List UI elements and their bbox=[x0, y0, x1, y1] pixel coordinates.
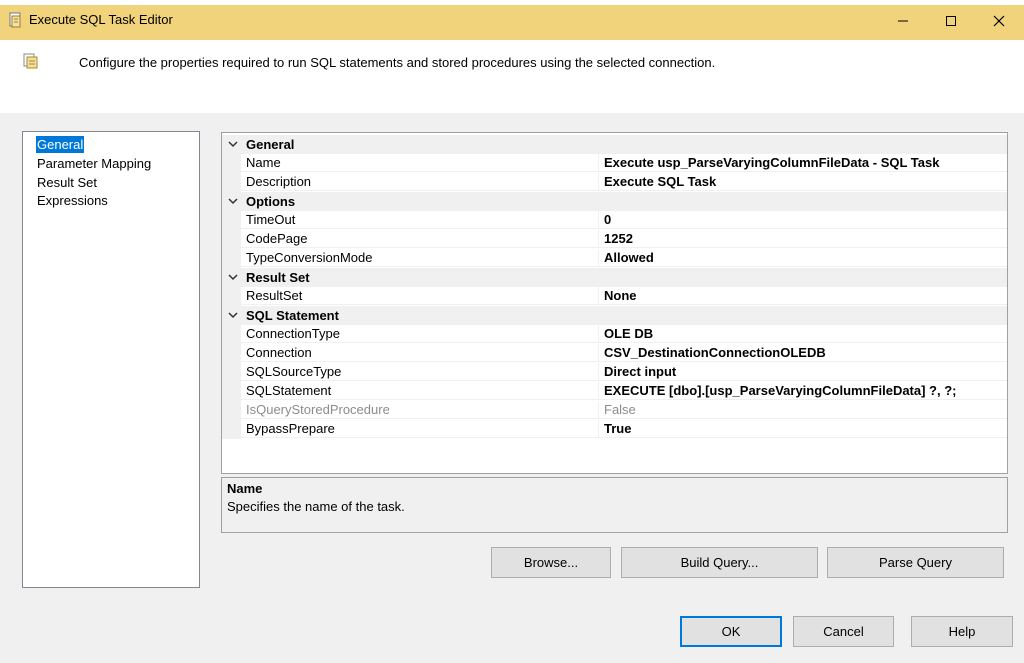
description-text: Specifies the name of the task. bbox=[227, 499, 405, 514]
title-bar: Execute SQL Task Editor bbox=[0, 0, 1024, 40]
property-row-isquerystoredprocedure: IsQueryStoredProcedure False bbox=[222, 401, 1007, 420]
property-row-connection[interactable]: Connection CSV_DestinationConnectionOLED… bbox=[222, 344, 1007, 363]
header-description: Configure the properties required to run… bbox=[79, 55, 716, 70]
minimize-button[interactable] bbox=[880, 6, 926, 36]
category-label: General bbox=[246, 137, 295, 152]
property-row-sqlstatement[interactable]: SQLStatement EXECUTE [dbo].[usp_ParseVar… bbox=[222, 382, 1007, 401]
property-row-resultset[interactable]: ResultSet None bbox=[222, 287, 1007, 306]
category-label: SQL Statement bbox=[246, 308, 339, 323]
property-row-description[interactable]: Description Execute SQL Task bbox=[222, 173, 1007, 192]
property-value: False bbox=[599, 401, 1007, 419]
chevron-down-icon[interactable] bbox=[225, 136, 241, 152]
help-button[interactable]: Help bbox=[911, 616, 1013, 647]
property-row-timeout[interactable]: TimeOut 0 bbox=[222, 211, 1007, 230]
property-row-codepage[interactable]: CodePage 1252 bbox=[222, 230, 1007, 249]
category-label: Options bbox=[246, 194, 296, 209]
window-title: Execute SQL Task Editor bbox=[29, 12, 173, 27]
category-options[interactable]: Options bbox=[222, 192, 1007, 211]
row-gutter bbox=[222, 154, 241, 173]
row-gutter bbox=[222, 230, 241, 249]
property-name: Description bbox=[241, 173, 599, 191]
property-name: TimeOut bbox=[241, 211, 599, 229]
row-gutter bbox=[222, 211, 241, 230]
property-value[interactable]: Execute usp_ParseVaryingColumnFileData -… bbox=[599, 154, 1007, 172]
row-gutter bbox=[222, 420, 241, 439]
property-name: IsQueryStoredProcedure bbox=[241, 401, 599, 419]
build-query-button[interactable]: Build Query... bbox=[621, 547, 818, 578]
property-value[interactable]: Execute SQL Task bbox=[599, 173, 1007, 191]
property-value[interactable]: 0 bbox=[599, 211, 1007, 229]
property-description-panel: Name Specifies the name of the task. bbox=[221, 477, 1008, 533]
row-gutter bbox=[222, 382, 241, 401]
nav-item-expressions[interactable]: Expressions bbox=[36, 192, 109, 209]
property-name: SQLSourceType bbox=[241, 363, 599, 381]
nav-item-result-set[interactable]: Result Set bbox=[36, 174, 98, 191]
property-row-bypassprepare[interactable]: BypassPrepare True bbox=[222, 420, 1007, 439]
property-row-typeconversionmode[interactable]: TypeConversionMode Allowed bbox=[222, 249, 1007, 268]
property-name: ConnectionType bbox=[241, 325, 599, 343]
category-label: Result Set bbox=[246, 270, 310, 285]
row-gutter bbox=[222, 401, 241, 420]
property-value[interactable]: Direct input bbox=[599, 363, 1007, 381]
property-row-sqlsourcetype[interactable]: SQLSourceType Direct input bbox=[222, 363, 1007, 382]
row-gutter bbox=[222, 173, 241, 192]
chevron-down-icon[interactable] bbox=[225, 193, 241, 209]
property-value[interactable]: CSV_DestinationConnectionOLEDB bbox=[599, 344, 1007, 362]
property-value[interactable]: 1252 bbox=[599, 230, 1007, 248]
property-name: Connection bbox=[241, 344, 599, 362]
description-title: Name bbox=[227, 481, 263, 496]
page-navigation-list: General Parameter Mapping Result Set Exp… bbox=[22, 131, 200, 588]
property-grid: General Name Execute usp_ParseVaryingCol… bbox=[221, 132, 1008, 474]
chevron-down-icon[interactable] bbox=[225, 307, 241, 323]
chevron-down-icon[interactable] bbox=[225, 269, 241, 285]
row-gutter bbox=[222, 363, 241, 382]
property-name: BypassPrepare bbox=[241, 420, 599, 438]
category-general[interactable]: General bbox=[222, 135, 1007, 154]
row-gutter bbox=[222, 249, 241, 268]
header-panel: Configure the properties required to run… bbox=[0, 40, 1024, 113]
task-editor-icon bbox=[9, 12, 21, 28]
property-value[interactable]: OLE DB bbox=[599, 325, 1007, 343]
ok-button[interactable]: OK bbox=[680, 616, 782, 647]
property-row-name[interactable]: Name Execute usp_ParseVaryingColumnFileD… bbox=[222, 154, 1007, 173]
property-name: Name bbox=[241, 154, 599, 172]
property-row-connectiontype[interactable]: ConnectionType OLE DB bbox=[222, 325, 1007, 344]
cancel-button[interactable]: Cancel bbox=[793, 616, 894, 647]
row-gutter bbox=[222, 287, 241, 306]
property-value[interactable]: True bbox=[599, 420, 1007, 438]
browse-button[interactable]: Browse... bbox=[491, 547, 611, 578]
property-name: TypeConversionMode bbox=[241, 249, 599, 267]
nav-item-general[interactable]: General bbox=[36, 136, 85, 153]
property-name: ResultSet bbox=[241, 287, 599, 305]
property-value[interactable]: None bbox=[599, 287, 1007, 305]
nav-item-parameter-mapping[interactable]: Parameter Mapping bbox=[36, 155, 152, 172]
property-name: SQLStatement bbox=[241, 382, 599, 400]
maximize-icon bbox=[946, 16, 956, 26]
parse-query-button[interactable]: Parse Query bbox=[827, 547, 1004, 578]
property-value[interactable]: Allowed bbox=[599, 249, 1007, 267]
category-result-set[interactable]: Result Set bbox=[222, 268, 1007, 287]
row-gutter bbox=[222, 344, 241, 363]
close-icon bbox=[993, 15, 1005, 27]
property-name: CodePage bbox=[241, 230, 599, 248]
category-sql-statement[interactable]: SQL Statement bbox=[222, 306, 1007, 325]
property-value[interactable]: EXECUTE [dbo].[usp_ParseVaryingColumnFil… bbox=[599, 382, 1007, 400]
close-button[interactable] bbox=[976, 6, 1022, 36]
minimize-icon bbox=[898, 20, 908, 22]
task-icon bbox=[23, 53, 38, 69]
row-gutter bbox=[222, 325, 241, 344]
maximize-button[interactable] bbox=[928, 6, 974, 36]
title-bar-top-edge bbox=[0, 0, 1024, 5]
